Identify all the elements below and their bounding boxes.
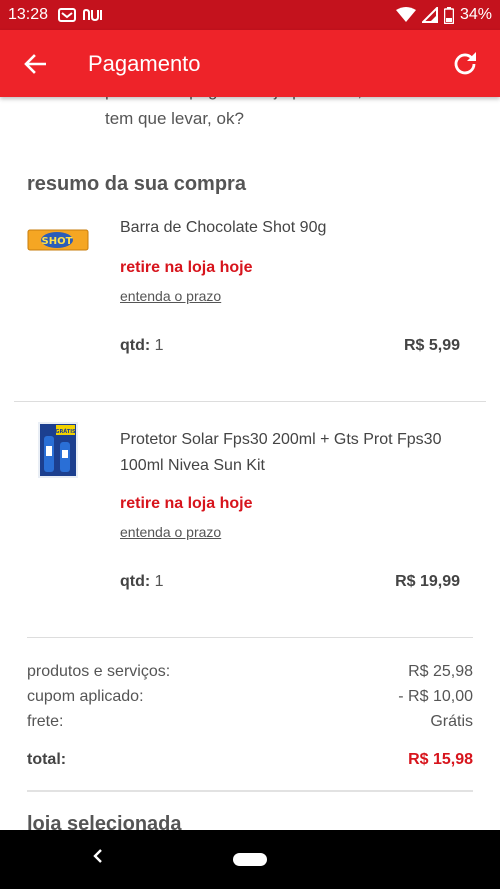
notification-icon [58, 8, 77, 22]
summary-title: resumo da sua compra [27, 173, 246, 195]
refresh-button[interactable] [430, 30, 500, 97]
status-notifications [58, 8, 104, 22]
pickup-option: retire na loja hoje [120, 259, 253, 276]
product-image: SHOT [27, 226, 89, 259]
product-name: Protetor Solar Fps30 200ml + Gts Prot Fp… [120, 431, 442, 474]
svg-text:GRÁTIS: GRÁTIS [55, 428, 76, 435]
status-right: 34% [395, 6, 492, 24]
refresh-icon [454, 51, 476, 74]
pickup-option: retire na loja hoje [120, 495, 253, 512]
order-totals: produtos e serviços: R$ 25,98 cupom apli… [27, 659, 473, 772]
chevron-left-icon [93, 849, 102, 863]
status-bar: 13:28 34% [0, 0, 500, 30]
product-image: GRÁTIS [38, 422, 78, 483]
item-price: R$ 5,99 [403, 337, 460, 354]
product-name: Barra de Chocolate Shot 90g [120, 219, 327, 236]
shipping-value: Grátis [430, 713, 473, 730]
battery-icon [443, 6, 454, 24]
products-row: produtos e serviços: R$ 25,98 [27, 659, 473, 684]
deadline-link[interactable]: entenda o prazo [120, 524, 221, 540]
item-price: R$ 19,99 [395, 573, 460, 590]
quantity: qtd: 1 [120, 337, 164, 355]
pickup-notice-line-1: pessoa for pegar na loja por você, també… [105, 97, 465, 105]
pickup-notice: pessoa for pegar na loja por você, també… [105, 97, 465, 133]
selected-store-title: loja selecionada [27, 813, 182, 830]
status-time: 13:28 [8, 6, 49, 23]
deadline-link[interactable]: entenda o prazo [120, 288, 221, 304]
quantity-value: 1 [154, 573, 164, 590]
pickup-notice-line-2: tem que levar, ok? [105, 109, 244, 128]
coupon-value: - R$ 10,00 [398, 688, 473, 705]
quantity: qtd: 1 [120, 573, 164, 591]
system-home-button[interactable] [233, 853, 267, 866]
total-label: total: [27, 751, 67, 768]
back-button[interactable] [0, 30, 70, 97]
quantity-label: qtd: [120, 337, 151, 354]
app-bar: Pagamento [0, 30, 500, 97]
battery-percent: 34% [459, 6, 492, 23]
item-divider [14, 401, 486, 402]
total-row: total: R$ 15,98 [27, 747, 473, 772]
system-nav-bar [0, 830, 500, 889]
shipping-row: frete: Grátis [27, 709, 473, 734]
arrow-left-icon [24, 53, 46, 74]
page-title: Pagamento [88, 50, 201, 76]
quantity-label: qtd: [120, 573, 151, 590]
coupon-row: cupom aplicado: - R$ 10,00 [27, 684, 473, 709]
shipping-label: frete: [27, 713, 64, 730]
products-label: produtos e serviços: [27, 663, 171, 680]
summary-divider [27, 637, 473, 638]
payment-content[interactable]: pessoa for pegar na loja por você, també… [0, 97, 500, 830]
quantity-value: 1 [154, 337, 164, 354]
products-value: R$ 25,98 [408, 663, 473, 680]
wifi-icon [395, 7, 416, 22]
nubank-icon [83, 8, 103, 22]
svg-text:SHOT: SHOT [42, 236, 73, 247]
totals-divider [27, 790, 473, 792]
total-value: R$ 15,98 [408, 751, 473, 768]
system-back-button[interactable] [92, 848, 104, 869]
signal-icon [421, 7, 438, 23]
coupon-label: cupom aplicado: [27, 688, 144, 705]
